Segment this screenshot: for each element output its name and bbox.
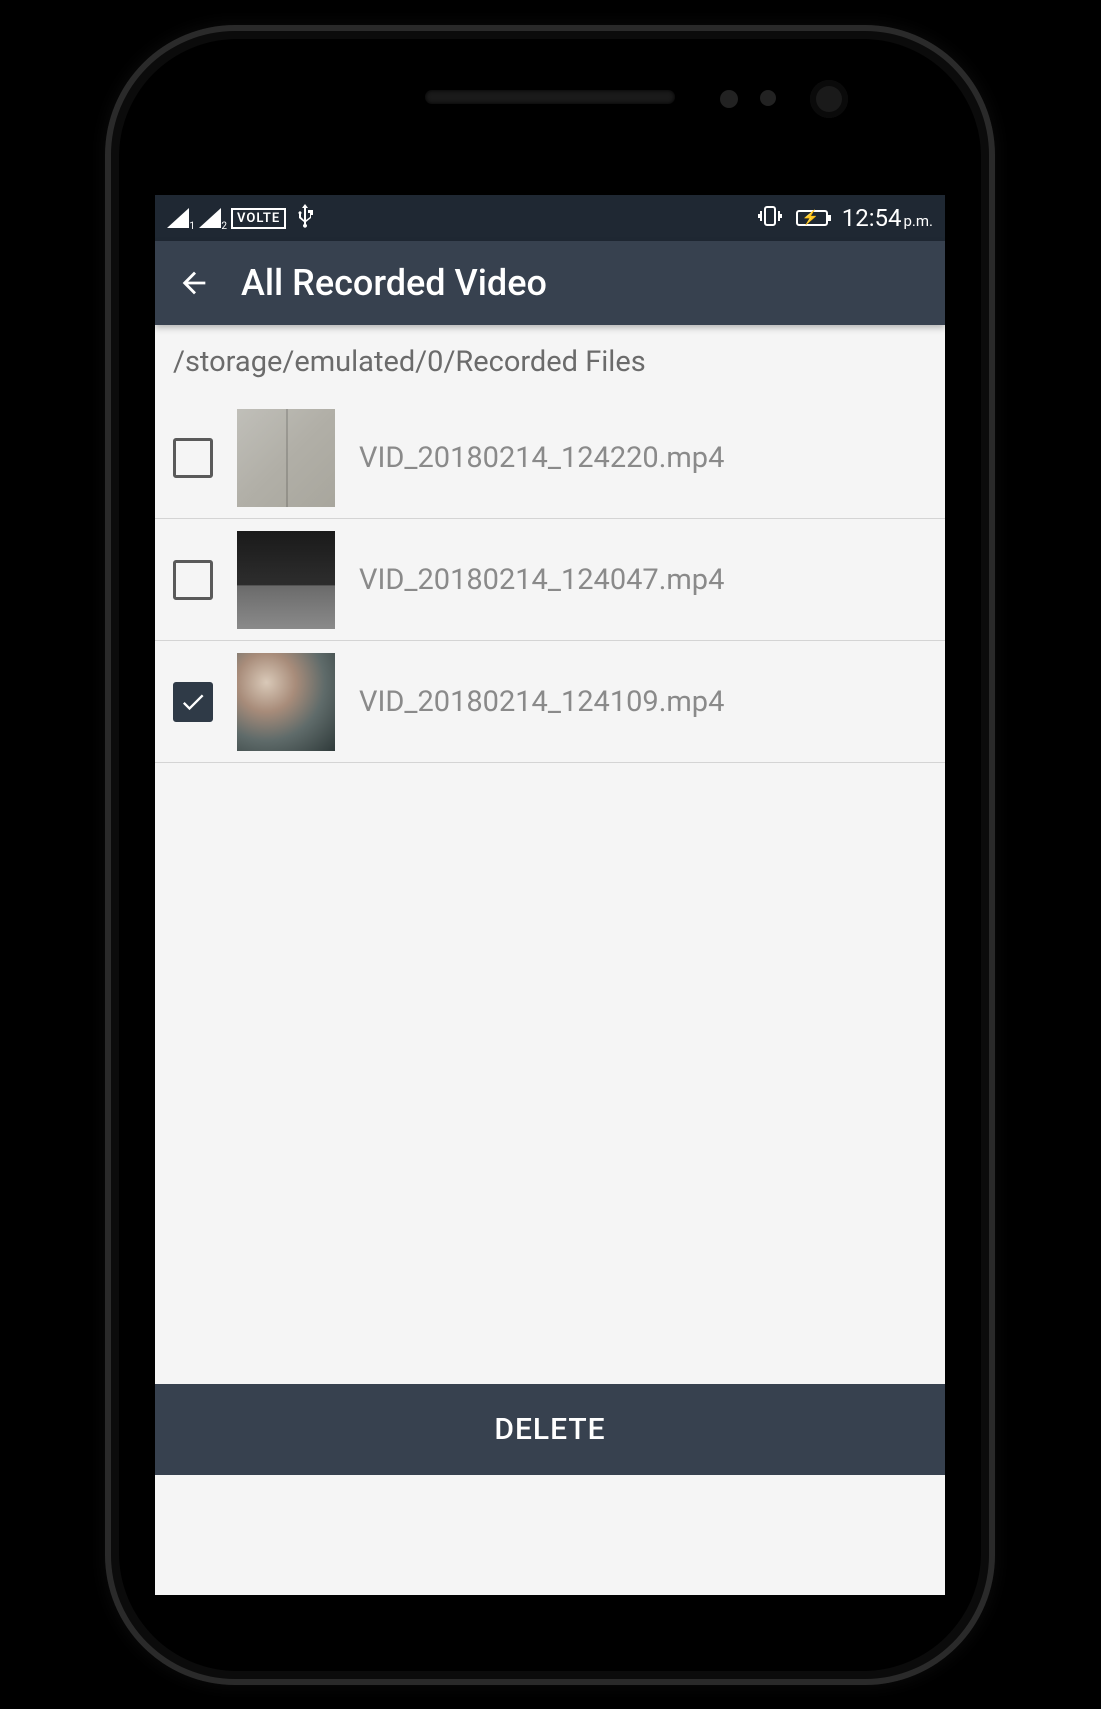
video-thumbnail bbox=[237, 653, 335, 751]
video-list: VID_20180214_124220.mp4 VID_20180214_124… bbox=[155, 397, 945, 763]
video-thumbnail bbox=[237, 531, 335, 629]
phone-speaker bbox=[425, 90, 675, 104]
app-bar: All Recorded Video bbox=[155, 241, 945, 325]
screen: VOLTE ⚡ 12:54p.m. bbox=[155, 195, 945, 1595]
clock-time: 12:54 bbox=[842, 204, 902, 232]
page-title: All Recorded Video bbox=[241, 262, 547, 304]
list-item[interactable]: VID_20180214_124047.mp4 bbox=[155, 519, 945, 641]
phone-sensor bbox=[760, 90, 776, 106]
video-filename: VID_20180214_124109.mp4 bbox=[359, 685, 724, 719]
arrow-back-icon bbox=[177, 266, 211, 300]
storage-path: /storage/emulated/0/Recorded Files bbox=[155, 325, 945, 397]
checkbox[interactable] bbox=[173, 682, 213, 722]
status-bar: VOLTE ⚡ 12:54p.m. bbox=[155, 195, 945, 241]
bottom-spacer bbox=[155, 1475, 945, 1595]
list-item[interactable]: VID_20180214_124220.mp4 bbox=[155, 397, 945, 519]
video-filename: VID_20180214_124047.mp4 bbox=[359, 563, 724, 597]
clock-ampm: p.m. bbox=[904, 212, 934, 230]
phone-camera bbox=[810, 80, 848, 118]
signal-2-icon bbox=[199, 208, 221, 228]
volte-badge: VOLTE bbox=[231, 208, 286, 229]
action-bar: DELETE bbox=[155, 1384, 945, 1475]
usb-icon bbox=[296, 202, 314, 234]
phone-sensor bbox=[720, 90, 738, 108]
phone-frame: VOLTE ⚡ 12:54p.m. bbox=[105, 25, 995, 1685]
delete-button[interactable]: DELETE bbox=[155, 1384, 945, 1475]
checkbox[interactable] bbox=[173, 438, 213, 478]
back-button[interactable] bbox=[175, 264, 213, 302]
battery-icon: ⚡ bbox=[796, 210, 828, 226]
video-filename: VID_20180214_124220.mp4 bbox=[359, 441, 724, 475]
check-icon bbox=[179, 688, 207, 716]
signal-1-icon bbox=[167, 208, 189, 228]
checkbox[interactable] bbox=[173, 560, 213, 600]
status-clock: 12:54p.m. bbox=[842, 204, 933, 232]
list-item[interactable]: VID_20180214_124109.mp4 bbox=[155, 641, 945, 763]
vibrate-icon bbox=[758, 205, 782, 232]
video-thumbnail bbox=[237, 409, 335, 507]
